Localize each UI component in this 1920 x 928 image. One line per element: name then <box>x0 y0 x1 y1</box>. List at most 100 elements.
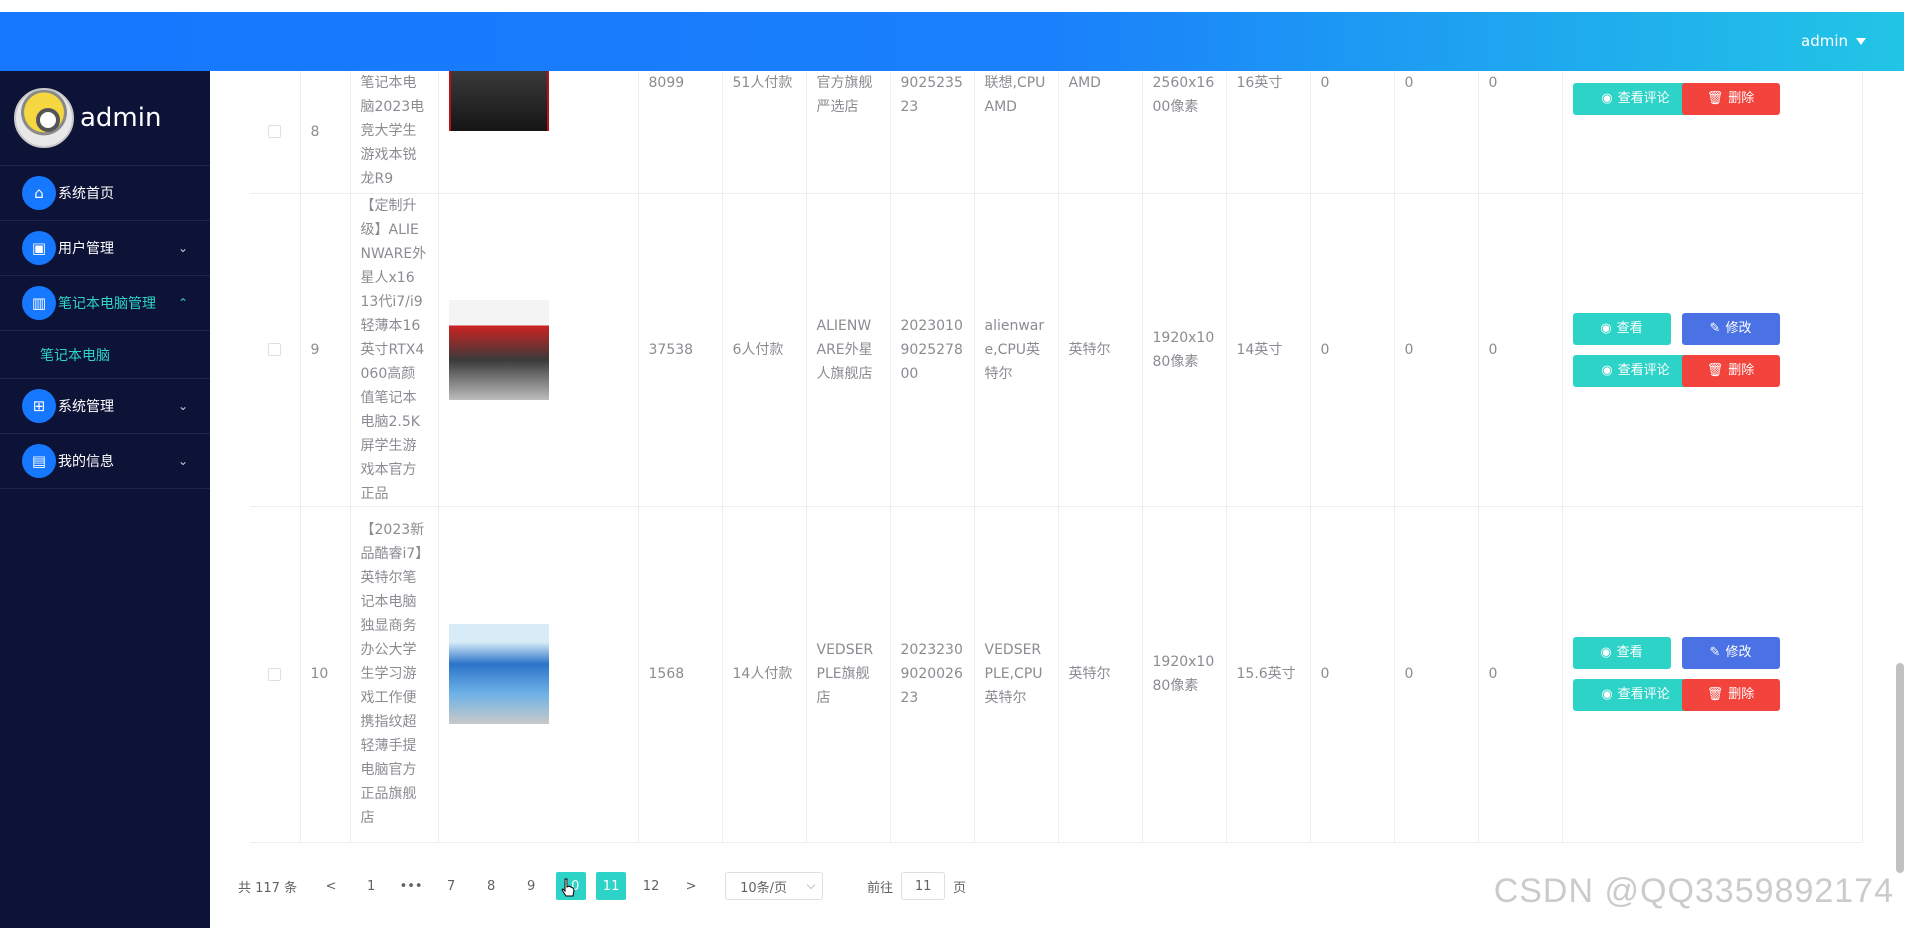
view-comments-button[interactable]: ◉ 查看评论 <box>1572 354 1699 387</box>
row-checkbox-cell[interactable] <box>250 193 301 507</box>
resolution-cell: 1920x1080像素 <box>1142 506 1227 843</box>
button-label: 查看评论 <box>1617 687 1670 702</box>
eye-icon: ◉ <box>1601 362 1613 378</box>
table-row: 9 【定制升级】ALIENWARE外星人x16 13代i7/i9轻薄本16英寸R… <box>250 193 1863 507</box>
page-number[interactable]: 1 <box>356 872 386 900</box>
product-image-cell <box>438 506 639 843</box>
view-comments-button[interactable]: ◉ 查看评论 <box>1572 83 1699 115</box>
index-cell: 8 <box>300 71 351 194</box>
trash-icon: 🗑 <box>1706 362 1724 378</box>
next-page-button[interactable]: > <box>676 872 706 900</box>
scrollbar[interactable] <box>1896 663 1904 873</box>
bar-chart-icon: ▥ <box>22 286 56 320</box>
chevron-down-icon: ⌄ <box>177 454 188 468</box>
pagination: 共 117 条 < 1 ••• 7 8 9 10 11 12 > 10条/页 前… <box>238 871 966 901</box>
sidebar-subitem-laptop[interactable]: 笔记本电脑 <box>0 331 210 379</box>
value-cell: 0 <box>1394 193 1479 507</box>
page-size-select[interactable]: 10条/页 <box>725 872 824 900</box>
product-name-cell: 笔记本电脑2023电竞大学生游戏本锐龙R9 <box>350 71 439 194</box>
cpu-cell: 英特尔 <box>1058 506 1143 843</box>
edit-button[interactable]: ✎ 修改 <box>1681 312 1780 345</box>
delete-button[interactable]: 🗑 删除 <box>1681 354 1780 387</box>
page-number[interactable]: 7 <box>436 872 466 900</box>
eye-icon: ◉ <box>1600 320 1612 336</box>
sidebar-brand: admin <box>0 71 210 166</box>
button-label: 修改 <box>1725 320 1752 336</box>
user-icon: ▣ <box>22 231 56 265</box>
row-checkbox[interactable] <box>268 667 282 681</box>
brand-cpu-cell: 联想,CPU AMD <box>974 71 1059 194</box>
edit-button[interactable]: ✎ 修改 <box>1681 637 1780 669</box>
shop-cell: VEDSERPLE旗舰店 <box>806 506 891 843</box>
product-image-cell <box>438 193 639 507</box>
code-cell: 902523523 <box>890 71 975 194</box>
product-name-cell: 【定制升级】ALIENWARE外星人x16 13代i7/i9轻薄本16英寸RTX… <box>350 193 439 507</box>
delete-button[interactable]: 🗑 删除 <box>1681 83 1780 115</box>
prev-page-button[interactable]: < <box>316 872 346 900</box>
top-header: admin <box>0 12 1904 71</box>
price-cell: 37538 <box>638 193 723 507</box>
user-name: admin <box>1801 32 1848 50</box>
product-image <box>448 71 549 131</box>
operations-cell: ◉ 查看 ✎ 修改 ◉ 查看评论 🗑 删除 <box>1562 193 1863 507</box>
page-number[interactable]: 8 <box>476 872 506 900</box>
operations-cell: ◉ 查看 ✎ 修改 ◉ 查看评论 🗑 删除 <box>1562 506 1863 843</box>
total-count: 共 117 条 <box>238 880 298 896</box>
button-label: 删除 <box>1728 91 1755 106</box>
shop-cell: ALIENWARE外星人旗舰店 <box>806 193 891 507</box>
value-cell: 0 <box>1478 506 1563 843</box>
button-label: 查看评论 <box>1617 362 1670 378</box>
sidebar-item-label: 我的信息 <box>58 454 114 470</box>
sidebar-item-label: 系统首页 <box>58 186 114 202</box>
table-row: 8 笔记本电脑2023电竞大学生游戏本锐龙R9 8099 51人付款 官方旗舰严… <box>250 71 1863 194</box>
view-button[interactable]: ◉ 查看 <box>1572 637 1671 669</box>
screen-cell: 16英寸 <box>1226 71 1311 194</box>
brand-cpu-cell: alienware,CPU英特尔 <box>974 193 1059 507</box>
main-content: 8 笔记本电脑2023电竞大学生游戏本锐龙R9 8099 51人付款 官方旗舰严… <box>210 71 1904 928</box>
user-menu[interactable]: admin <box>1801 32 1866 50</box>
sidebar-item-home[interactable]: ⌂ 系统首页 <box>0 166 210 221</box>
delete-button[interactable]: 🗑 删除 <box>1681 679 1780 711</box>
card-icon: ▤ <box>22 444 56 478</box>
avatar <box>14 88 74 148</box>
screen-cell: 15.6英寸 <box>1226 506 1311 843</box>
value-cell: 0 <box>1394 71 1479 194</box>
trash-icon: 🗑 <box>1706 687 1724 702</box>
price-cell: 1568 <box>638 506 723 843</box>
value-cell: 0 <box>1310 506 1395 843</box>
view-comments-button[interactable]: ◉ 查看评论 <box>1572 679 1699 711</box>
goto-page-input[interactable] <box>901 872 946 900</box>
sales-cell: 51人付款 <box>722 71 807 194</box>
page-number[interactable]: 12 <box>636 872 666 900</box>
page-ellipsis[interactable]: ••• <box>396 872 426 900</box>
row-checkbox[interactable] <box>268 125 282 139</box>
sidebar-item-label: 系统管理 <box>58 399 114 415</box>
sidebar-item-profile[interactable]: ▤ 我的信息 ⌄ <box>0 434 210 489</box>
row-checkbox[interactable] <box>268 343 282 356</box>
edit-icon: ✎ <box>1709 645 1721 660</box>
page-number-current[interactable]: 11 <box>596 872 627 900</box>
goto-label: 前往 <box>867 880 894 896</box>
sidebar-item-system[interactable]: ⊞ 系统管理 ⌄ <box>0 379 210 434</box>
page-number[interactable]: 9 <box>516 872 546 900</box>
row-checkbox-cell[interactable] <box>250 71 301 194</box>
button-label: 查看 <box>1616 645 1643 660</box>
hand-cursor-icon <box>561 878 575 897</box>
sidebar-item-laptops[interactable]: ▥ 笔记本电脑管理 ⌃ <box>0 276 210 331</box>
brand-name: admin <box>80 103 162 133</box>
screen-cell: 14英寸 <box>1226 193 1311 507</box>
row-checkbox-cell[interactable] <box>250 506 301 843</box>
index-cell: 9 <box>300 193 351 507</box>
operations-cell: ◉ 查看评论 🗑 删除 <box>1562 71 1863 194</box>
value-cell: 0 <box>1394 506 1479 843</box>
cpu-cell: AMD <box>1058 71 1143 194</box>
home-icon: ⌂ <box>22 176 56 210</box>
value-cell: 0 <box>1310 193 1395 507</box>
sidebar-item-users[interactable]: ▣ 用户管理 ⌄ <box>0 221 210 276</box>
grid-icon: ⊞ <box>22 389 56 423</box>
brand-cpu-cell: VEDSERPLE,CPU英特尔 <box>974 506 1059 843</box>
value-cell: 0 <box>1478 193 1563 507</box>
view-button[interactable]: ◉ 查看 <box>1572 312 1671 345</box>
data-table: 8 笔记本电脑2023电竞大学生游戏本锐龙R9 8099 51人付款 官方旗舰严… <box>250 71 1863 843</box>
button-label: 查看评论 <box>1617 91 1670 106</box>
